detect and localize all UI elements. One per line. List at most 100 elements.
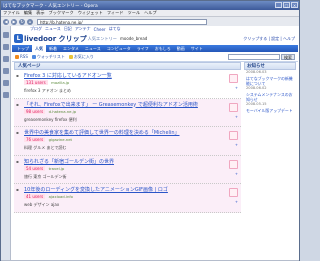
- menu-view[interactable]: 表示: [36, 10, 44, 16]
- site-logo[interactable]: L livedoor クリップ 人気エントリー: [14, 34, 117, 44]
- maximize-button[interactable]: □: [283, 2, 290, 8]
- sidebar: お知らせ 2008.06.03 はてなブックマークの新機能について 2008.0…: [244, 62, 296, 113]
- top-link[interactable]: 日記: [64, 26, 72, 32]
- entry-title[interactable]: 「それ、Firefoxで出来ます」 ー Greasemonkey で超便利なアド…: [24, 101, 214, 108]
- top-link[interactable]: はてな: [109, 26, 121, 32]
- list-item: ▪ 世界中の美食家を集めて評価して世界一の料理を決める「Michelin」 76…: [14, 127, 241, 156]
- tab-popular[interactable]: 人気: [32, 45, 46, 52]
- window-title: はてなブックマーク - 人気エントリー - Opera: [3, 3, 98, 9]
- add-bookmark-link[interactable]: +: [235, 142, 238, 147]
- side-panel: [1, 26, 11, 260]
- top-link[interactable]: アンテナ: [75, 26, 91, 32]
- entry-url[interactable]: mozilla.jp: [51, 80, 69, 85]
- menu-tools[interactable]: ツール: [128, 10, 141, 16]
- list-item: ▪ Firefox 3 に対応しているアドオン一覧 131 users mozi…: [14, 70, 241, 99]
- logo-icon: L: [14, 34, 23, 43]
- add-bookmark-link[interactable]: +: [235, 199, 238, 204]
- entry-title[interactable]: Firefox 3 に対応しているアドオン一覧: [24, 72, 214, 79]
- top-link[interactable]: Cheer: [94, 27, 106, 32]
- thumbnail-icon[interactable]: [229, 188, 238, 197]
- reload-icon[interactable]: ↻: [19, 18, 25, 25]
- bookmarks-panel-icon[interactable]: [2, 32, 9, 38]
- thumbnail-icon[interactable]: [229, 102, 238, 112]
- favorites-link[interactable]: お気に入り: [68, 54, 94, 60]
- news-link[interactable]: モーバイル版アップデート: [246, 108, 294, 113]
- tab-computer[interactable]: コンピュータ: [104, 45, 134, 52]
- tab-new[interactable]: 新着: [46, 45, 60, 52]
- search-area: 検索: [228, 53, 298, 60]
- entry-bullet: ▪: [16, 130, 19, 135]
- contacts-panel-icon[interactable]: [2, 56, 9, 62]
- entry-bullet: ▪: [16, 158, 19, 164]
- entry-url[interactable]: gigazine.net: [49, 137, 72, 142]
- tab-news[interactable]: ニュース: [82, 45, 104, 52]
- entry-users[interactable]: 76 users: [24, 137, 46, 142]
- menu-widgets[interactable]: ウィジェット: [78, 10, 103, 16]
- thumbnail-icon[interactable]: [229, 131, 238, 140]
- tab-entertainment[interactable]: エンタメ: [60, 45, 82, 52]
- thumbnail-icon[interactable]: [229, 74, 238, 83]
- mail-panel-icon[interactable]: [2, 44, 9, 50]
- home-icon[interactable]: ⌂: [27, 18, 33, 25]
- list-item: ▪ 「それ、Firefoxで出来ます」 ー Greasemonkey で超便利な…: [14, 98, 241, 127]
- top-link[interactable]: ブログ: [30, 26, 42, 32]
- add-bookmark-link[interactable]: +: [235, 171, 238, 176]
- entry-users[interactable]: 41 users: [24, 194, 46, 199]
- logo-text: livedoor クリップ: [24, 34, 87, 43]
- entry-title[interactable]: 10年後のローディングを変換したアニメーションGIF画像 | ロゴ: [24, 186, 214, 193]
- top-link[interactable]: ニュース: [45, 26, 61, 32]
- entry-tags: 旅行 東京 ゴールデン街: [24, 173, 67, 179]
- rss-link[interactable]: RSS: [15, 54, 28, 59]
- tab-fun[interactable]: おもしろ: [152, 45, 174, 52]
- news-link[interactable]: はてなブックマークの新機能について: [246, 76, 294, 86]
- back-icon[interactable]: ◀: [3, 18, 9, 25]
- web-page: ブログ ニュース 日記 アンテナ Cheer はてな L livedoor クリ…: [12, 26, 298, 260]
- entry-users[interactable]: 54 users: [24, 165, 46, 171]
- forward-icon[interactable]: ▶: [11, 18, 17, 25]
- close-button[interactable]: ×: [291, 2, 298, 8]
- entry-title[interactable]: 世界中の美食家を集めて評価して世界一の料理を決める「Michelin」: [24, 129, 214, 136]
- menu-file[interactable]: ファイル: [3, 10, 20, 16]
- category-tabs: トップ 人気 新着 エンタメ ニュース コンピュータ ライフ おもしろ 動画 サ…: [12, 45, 298, 52]
- entry-users[interactable]: 98 users: [24, 108, 46, 114]
- news-link[interactable]: システムメンテナンスのお知らせ: [246, 92, 294, 102]
- tab-top[interactable]: トップ: [14, 45, 32, 52]
- username[interactable]: moode_bread: [120, 36, 147, 41]
- tab-video[interactable]: 動画: [174, 45, 188, 52]
- popular-entries: 人気ページ ▪ Firefox 3 に対応しているアドオン一覧 131 user…: [14, 62, 241, 213]
- list-item: ▪ 10年後のローディングを変換したアニメーションGIF画像 | ロゴ 41 u…: [14, 184, 241, 213]
- entry-url[interactable]: d.hatena.ne.jp: [49, 109, 77, 114]
- menu-bar: ファイル 編集 表示 ブックマーク ウィジェット フィード ツール ヘルプ: [1, 10, 299, 17]
- menu-feeds[interactable]: フィード: [107, 10, 124, 16]
- minimize-button[interactable]: _: [275, 2, 282, 8]
- entry-tags: firefox 3 アドオン まとめ: [24, 88, 71, 93]
- entry-bullet: ▪: [16, 101, 19, 107]
- news-date: 2008.05.15: [246, 102, 267, 106]
- news-date: 2008.06.03: [246, 70, 267, 74]
- search-input[interactable]: [228, 53, 280, 60]
- browser-window: はてなブックマーク - 人気エントリー - Opera _ □ × ファイル 編…: [0, 0, 300, 261]
- entry-url[interactable]: ajaxload.info: [49, 194, 73, 199]
- search-button[interactable]: 検索: [281, 53, 295, 60]
- entry-tags: 料理 グルメ あとで読む: [24, 145, 67, 150]
- transfers-panel-icon[interactable]: [2, 80, 9, 86]
- menu-help[interactable]: ヘルプ: [144, 10, 157, 16]
- tab-life[interactable]: ライフ: [134, 45, 152, 52]
- entry-users[interactable]: 131 users: [24, 80, 48, 85]
- watch-icon: [31, 54, 36, 59]
- thumbnail-icon[interactable]: [229, 159, 238, 169]
- entry-tags: web デザイン ajax: [24, 202, 60, 207]
- tab-site[interactable]: サイト: [188, 45, 206, 52]
- menu-edit[interactable]: 編集: [24, 10, 32, 16]
- add-bookmark-link[interactable]: +: [235, 114, 238, 119]
- add-bookmark-link[interactable]: +: [235, 85, 238, 90]
- watchlist-link[interactable]: ウォッチリスト: [31, 54, 65, 60]
- entry-title[interactable]: 知られざる「新宿ゴールデン街」の世界: [24, 158, 214, 165]
- notes-panel-icon[interactable]: [2, 68, 9, 74]
- entry-url[interactable]: travel.jp: [49, 166, 65, 171]
- entry-bullet: ▪: [16, 187, 19, 192]
- header-links[interactable]: クリップする | 設定 | ヘルプ: [243, 36, 298, 42]
- menu-bookmarks[interactable]: ブックマーク: [49, 10, 74, 16]
- address-field[interactable]: http://b.hatena.ne.jp/: [37, 18, 207, 25]
- history-panel-icon[interactable]: [2, 92, 9, 98]
